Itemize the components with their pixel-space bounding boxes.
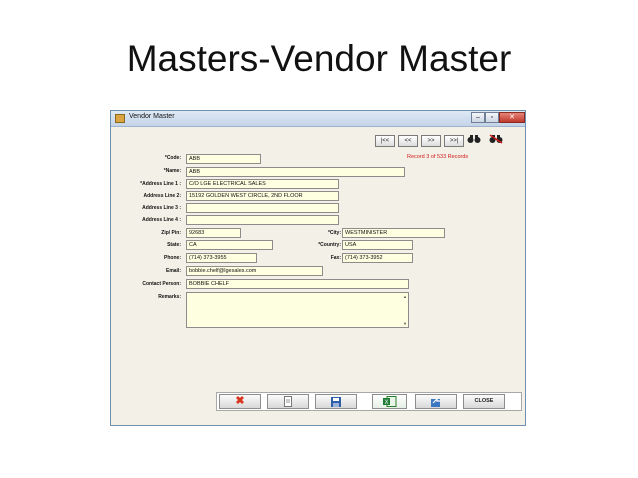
phone-label: Phone:	[164, 255, 181, 261]
binoculars-icon[interactable]	[465, 134, 483, 148]
new-document-icon	[284, 396, 292, 407]
name-field[interactable]: ABB	[186, 167, 405, 177]
name-label: *Name:	[163, 168, 181, 174]
vendor-master-window: Vendor Master – ▫ ✕ |<< << >> >>| Record…	[110, 110, 526, 426]
contact-person-label: Contact Person:	[142, 281, 181, 287]
phone-field[interactable]: (714) 373-3955	[186, 253, 257, 263]
title-bar: Vendor Master – ▫ ✕	[111, 111, 525, 127]
maximize-button[interactable]: ▫	[485, 112, 499, 123]
scroll-up-icon[interactable]: ▲	[403, 294, 407, 299]
save-button[interactable]	[315, 394, 357, 409]
first-record-button[interactable]: |<<	[375, 135, 395, 147]
delete-icon: ✖	[235, 395, 245, 407]
bottom-toolbar: ✖ X CLOSE	[216, 392, 522, 411]
country-field[interactable]: USA	[342, 240, 413, 250]
last-record-button[interactable]: >>|	[444, 135, 464, 147]
zip-label: Zip/ Pin:	[161, 230, 181, 236]
window-title: Vendor Master	[129, 113, 175, 120]
address-line-2-field[interactable]: 15192 GOLDEN WEST CIRCLE, 2ND FLOOR	[186, 191, 339, 201]
address-line-2-label: Address Line 2:	[143, 193, 181, 199]
code-label: *Code:	[164, 155, 181, 161]
email-label: Email:	[165, 268, 181, 274]
email-field[interactable]: bobbie.chelf@lgesales.com	[186, 266, 323, 276]
slide-title: Masters-Vendor Master	[126, 38, 512, 79]
undo-button[interactable]	[415, 394, 457, 409]
state-label: State:	[167, 242, 181, 248]
remarks-label: Remarks:	[158, 294, 181, 300]
address-line-1-label: *Address Line 1 :	[140, 181, 181, 187]
zip-field[interactable]: 92683	[186, 228, 241, 238]
new-button[interactable]	[267, 394, 309, 409]
close-window-button[interactable]: ✕	[499, 112, 525, 123]
save-icon	[331, 397, 341, 407]
close-button[interactable]: CLOSE	[463, 394, 505, 409]
binoculars-clear-icon[interactable]	[487, 134, 505, 148]
contact-person-field[interactable]: BOBBIE CHELF	[186, 279, 409, 289]
previous-record-button[interactable]: <<	[398, 135, 418, 147]
fax-field[interactable]: (714) 373-3952	[342, 253, 413, 263]
delete-button[interactable]: ✖	[219, 394, 261, 409]
city-field[interactable]: WESTMINISTER	[342, 228, 445, 238]
address-line-4-label: Address Line 4 :	[142, 217, 181, 223]
address-line-1-field[interactable]: C/O LGE ELECTRICAL SALES	[186, 179, 339, 189]
scroll-down-icon[interactable]: ▼	[403, 321, 407, 326]
remarks-textarea[interactable]: ▲ ▼	[186, 292, 409, 328]
code-field[interactable]: ABB	[186, 154, 261, 164]
app-icon	[115, 114, 125, 123]
address-line-4-field[interactable]	[186, 215, 339, 225]
address-line-3-label: Address Line 3 :	[142, 205, 181, 211]
next-record-button[interactable]: >>	[421, 135, 441, 147]
svg-text:X: X	[384, 400, 388, 406]
address-line-3-field[interactable]	[186, 203, 339, 213]
export-button[interactable]: X	[372, 394, 407, 409]
fax-label: Fax:	[330, 255, 341, 261]
state-field[interactable]: CA	[186, 240, 273, 250]
undo-icon	[431, 397, 440, 407]
excel-export-icon: X	[382, 396, 396, 407]
city-label: *City:	[327, 230, 341, 236]
country-label: *Country:	[318, 242, 341, 248]
minimize-button[interactable]: –	[471, 112, 485, 123]
record-counter: Record 3 of 533 Records	[407, 154, 469, 160]
